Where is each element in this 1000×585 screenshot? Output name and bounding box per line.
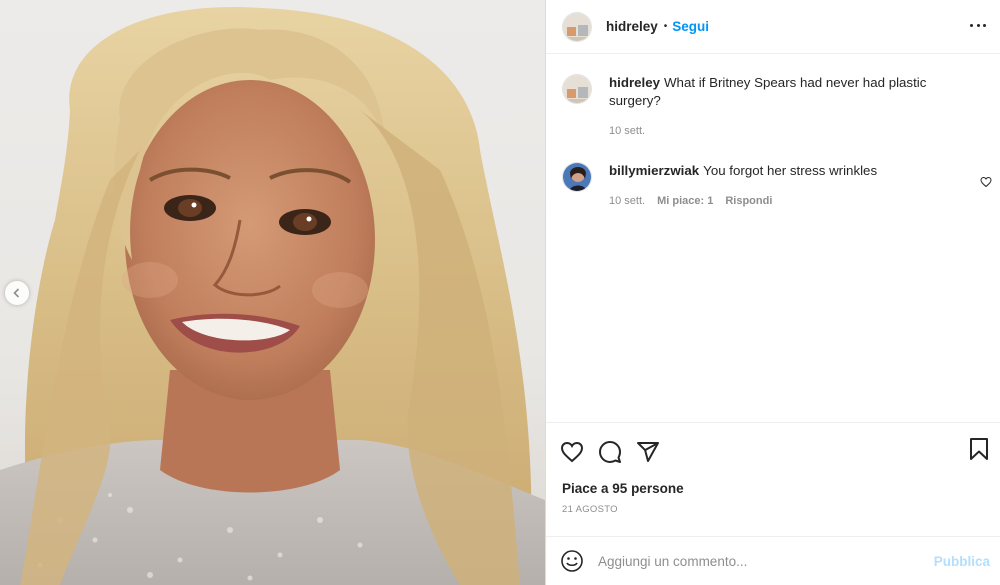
- carousel-prev-button[interactable]: [5, 281, 29, 305]
- heart-icon: [560, 441, 584, 462]
- instagram-post: hidreley • Segui hidreley What if Britne…: [0, 0, 1000, 585]
- post-side-panel: hidreley • Segui hidreley What if Britne…: [546, 0, 1000, 585]
- post-actions: [546, 422, 1000, 480]
- post-photo: [0, 7, 545, 585]
- comment-meta: 10 sett. Mi piace: 1 Rispondi: [609, 192, 969, 210]
- like-button[interactable]: [560, 440, 584, 464]
- follow-button[interactable]: Segui: [672, 19, 709, 34]
- comment-time[interactable]: 10 sett.: [609, 192, 645, 210]
- comment-input[interactable]: [598, 553, 918, 569]
- author-avatar[interactable]: [562, 11, 592, 42]
- speech-bubble-icon: [599, 440, 621, 463]
- caption-meta: 10 sett.: [609, 122, 969, 140]
- chevron-left-icon: [13, 288, 20, 298]
- post-media[interactable]: [0, 0, 545, 585]
- heart-icon: [980, 176, 992, 188]
- post-date[interactable]: 21 AGOSTO: [546, 498, 1000, 520]
- more-options-icon[interactable]: [970, 17, 986, 33]
- author-username[interactable]: hidreley: [606, 19, 658, 34]
- avatar-image: [563, 163, 591, 191]
- comment-body: billymierzwiak You forgot her stress wrin…: [609, 162, 969, 210]
- caption-time[interactable]: 10 sett.: [609, 122, 645, 140]
- reply-button[interactable]: Rispondi: [725, 192, 772, 210]
- avatar-image: [563, 12, 591, 41]
- bookmark-icon: [970, 438, 988, 460]
- add-comment-bar: Pubblica: [546, 536, 1000, 585]
- caption-username[interactable]: hidreley: [609, 75, 660, 90]
- caption-row: hidreley What if Britney Spears had never…: [562, 74, 984, 140]
- likes-summary[interactable]: Piace a 95 persone: [546, 480, 1000, 498]
- header-separator: •: [663, 21, 668, 32]
- comment-text: You forgot her stress wrinkles: [703, 163, 878, 178]
- comment-row: billymierzwiak You forgot her stress wrin…: [562, 162, 992, 210]
- comment-username[interactable]: billymierzwiak: [609, 163, 699, 178]
- comment-button[interactable]: [598, 440, 622, 464]
- likes-prefix: Piace a: [562, 481, 613, 496]
- likes-count[interactable]: 95 persone: [612, 481, 683, 496]
- caption-author-avatar[interactable]: [562, 74, 592, 104]
- publish-button[interactable]: Pubblica: [934, 554, 990, 569]
- save-button[interactable]: [967, 437, 991, 461]
- paper-plane-icon: [637, 441, 659, 462]
- post-header: hidreley • Segui: [546, 0, 1000, 54]
- emoji-button[interactable]: [560, 549, 584, 573]
- comment-likes[interactable]: Mi piace: 1: [657, 192, 713, 210]
- share-button[interactable]: [636, 440, 660, 464]
- comments-list: hidreley What if Britney Spears had never…: [546, 54, 1000, 422]
- commenter-avatar[interactable]: [562, 162, 592, 192]
- smiley-icon: [561, 550, 583, 572]
- caption-body: hidreley What if Britney Spears had never…: [609, 74, 969, 140]
- avatar-image: [563, 75, 591, 103]
- comment-like-button[interactable]: [980, 175, 992, 193]
